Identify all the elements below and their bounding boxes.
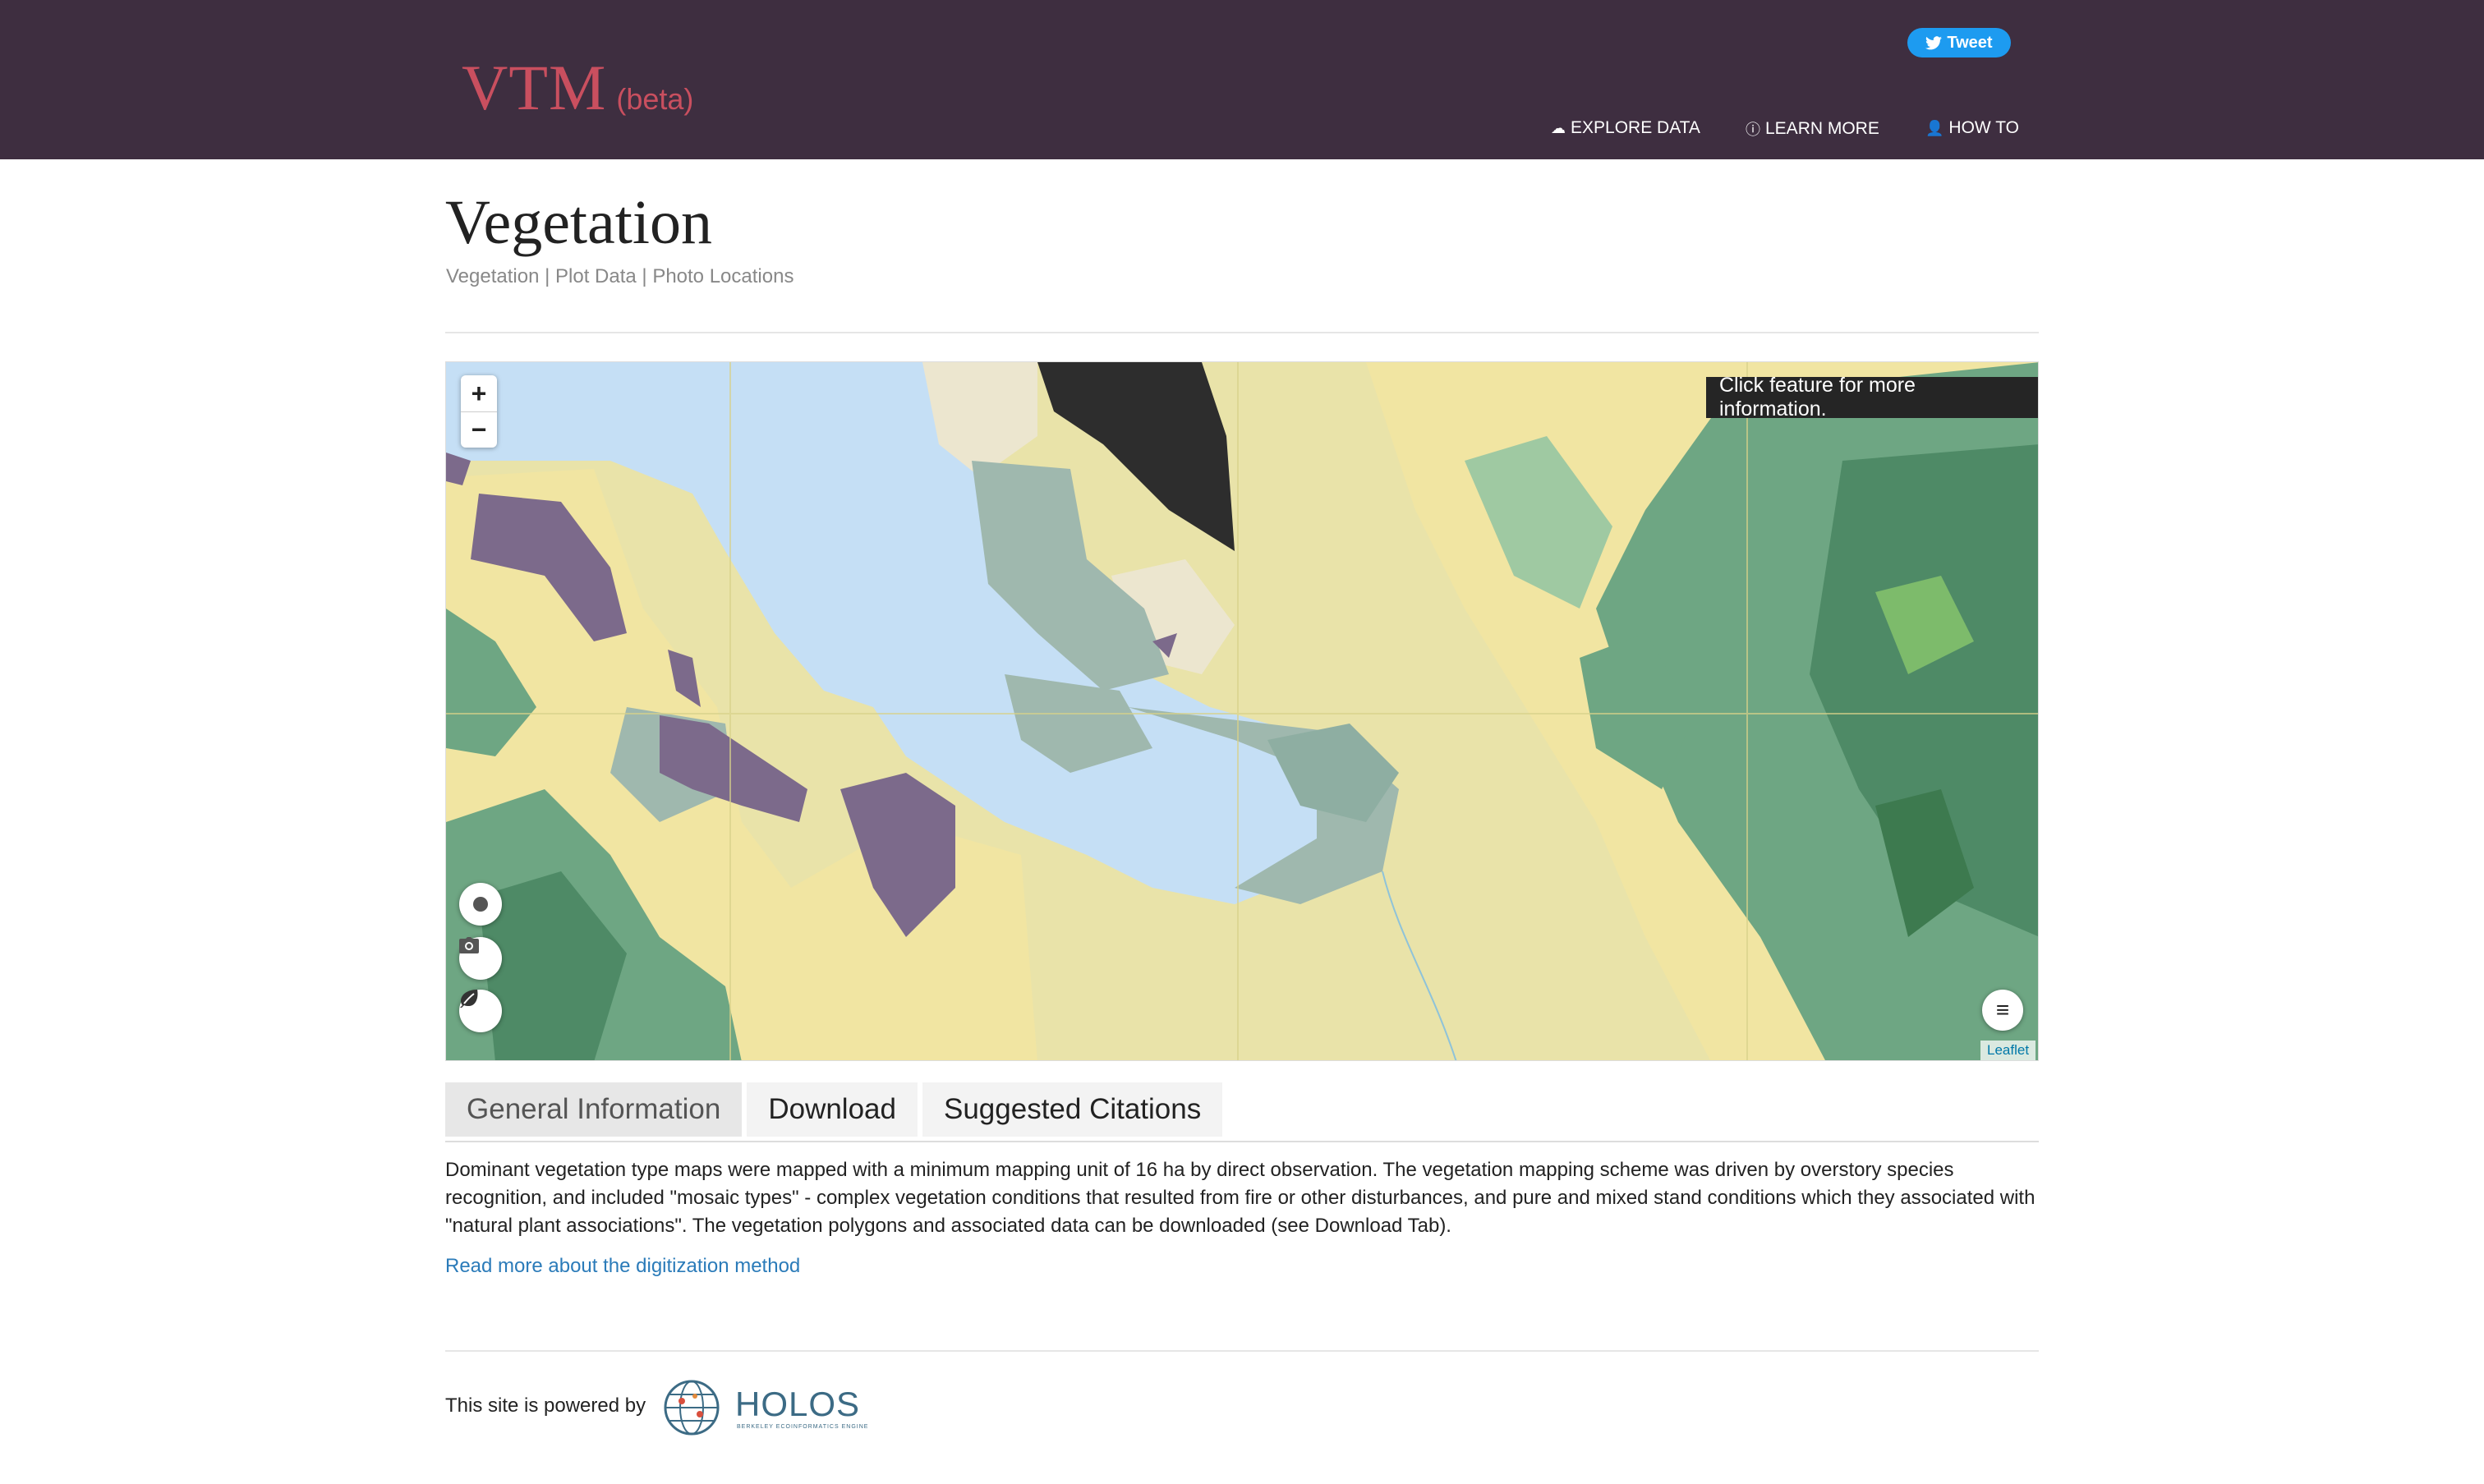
subnav-link-vegetation[interactable]: Vegetation <box>446 265 539 287</box>
twitter-bird-icon <box>1925 35 1943 49</box>
zoom-control: + − <box>461 375 497 448</box>
nav-learn-more[interactable]: ⓘ LEARN MORE <box>1746 118 1879 140</box>
vegetation-layer-button[interactable] <box>459 990 502 1032</box>
divider <box>445 1350 2039 1352</box>
page-title: Vegetation <box>445 188 713 257</box>
site-header: VTM (beta) Tweet ☁ EXPLORE DATA ⓘ LEARN … <box>0 0 2484 159</box>
nav-explore-data[interactable]: ☁ EXPLORE DATA <box>1551 118 1700 138</box>
camera-icon <box>459 937 479 953</box>
holos-logo-name[interactable]: HOLOS <box>735 1385 860 1424</box>
nav-label: EXPLORE DATA <box>1571 118 1700 137</box>
photo-locations-button[interactable] <box>459 937 502 980</box>
subnav-separator: | <box>545 265 550 287</box>
plot-points-icon <box>473 897 488 912</box>
tweet-button[interactable]: Tweet <box>1907 28 2011 57</box>
tab-download[interactable]: Download <box>747 1082 918 1137</box>
layers-menu-icon: ≡ <box>1995 997 2010 1022</box>
read-more-link[interactable]: Read more about the digitization method <box>445 1255 800 1278</box>
tab-divider <box>445 1141 2039 1142</box>
powered-by-text: This site is powered by <box>445 1394 646 1417</box>
layers-menu-button[interactable]: ≡ <box>1982 990 2023 1031</box>
map-info-tooltip: Click feature for more information. <box>1706 374 2038 420</box>
plot-points-button[interactable] <box>459 883 502 926</box>
leaf-icon <box>460 990 478 1008</box>
subnav-link-photo-locations[interactable]: Photo Locations <box>652 265 794 287</box>
tab-general-information[interactable]: General Information <box>445 1082 743 1137</box>
nav-label: LEARN MORE <box>1765 119 1879 138</box>
map-attribution[interactable]: Leaflet <box>1980 1041 2036 1060</box>
divider <box>445 332 2039 333</box>
breadcrumb: Vegetation | Plot Data | Photo Locations <box>446 265 794 288</box>
description-text: Dominant vegetation type maps were mappe… <box>445 1159 2036 1237</box>
subnav-separator: | <box>642 265 647 287</box>
holos-globe-icon[interactable] <box>662 1378 721 1437</box>
holos-logo-tagline: BERKELEY ECOINFORMATICS ENGINE <box>737 1424 869 1430</box>
nav-label: HOW TO <box>1948 118 2019 137</box>
zoom-out-button[interactable]: − <box>461 411 497 448</box>
tweet-label: Tweet <box>1947 33 1993 52</box>
vegetation-map[interactable]: + − Click feature for more information. … <box>445 361 2039 1061</box>
brand-beta-label: (beta) <box>616 82 694 116</box>
info-tabs: General Information Download Suggested C… <box>445 1082 1223 1137</box>
site-logo[interactable]: VTM (beta) <box>462 51 693 125</box>
map-tiles[interactable] <box>446 362 2039 1061</box>
tab-suggested-citations[interactable]: Suggested Citations <box>922 1082 1223 1137</box>
subnav-link-plot-data[interactable]: Plot Data <box>555 265 637 287</box>
nav-how-to[interactable]: 👤 HOW TO <box>1925 118 2019 138</box>
cloud-download-icon: ☁ <box>1551 119 1566 136</box>
brand-name[interactable]: VTM <box>462 51 606 125</box>
info-circle-icon: ⓘ <box>1746 122 1760 138</box>
zoom-in-button[interactable]: + <box>461 375 497 411</box>
user-icon: 👤 <box>1925 119 1944 136</box>
